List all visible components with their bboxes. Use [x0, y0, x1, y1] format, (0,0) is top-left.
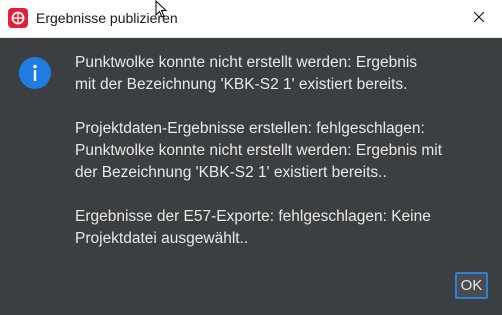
message-paragraph-1: Punktwolke konnte nicht erstellt werden:… — [75, 54, 418, 93]
app-logo-icon — [8, 8, 28, 28]
message-paragraph-2: Projektdaten-Ergebnisse erstellen: fehlg… — [75, 120, 443, 181]
message-paragraph-3: Ergebnisse der E57-Exporte: fehlgeschlag… — [75, 208, 431, 247]
dialog-window: Ergebnisse publizieren Punktwolke konnte… — [0, 0, 502, 315]
ok-button[interactable]: OK — [455, 272, 488, 299]
message-text: Punktwolke konnte nicht erstellt werden:… — [75, 52, 495, 272]
info-icon — [19, 57, 51, 89]
close-icon — [473, 10, 485, 28]
title-bar[interactable]: Ergebnisse publizieren — [0, 0, 502, 38]
dialog-content: Punktwolke konnte nicht erstellt werden:… — [0, 38, 502, 315]
close-button[interactable] — [456, 0, 502, 38]
mouse-cursor-icon — [155, 0, 169, 20]
